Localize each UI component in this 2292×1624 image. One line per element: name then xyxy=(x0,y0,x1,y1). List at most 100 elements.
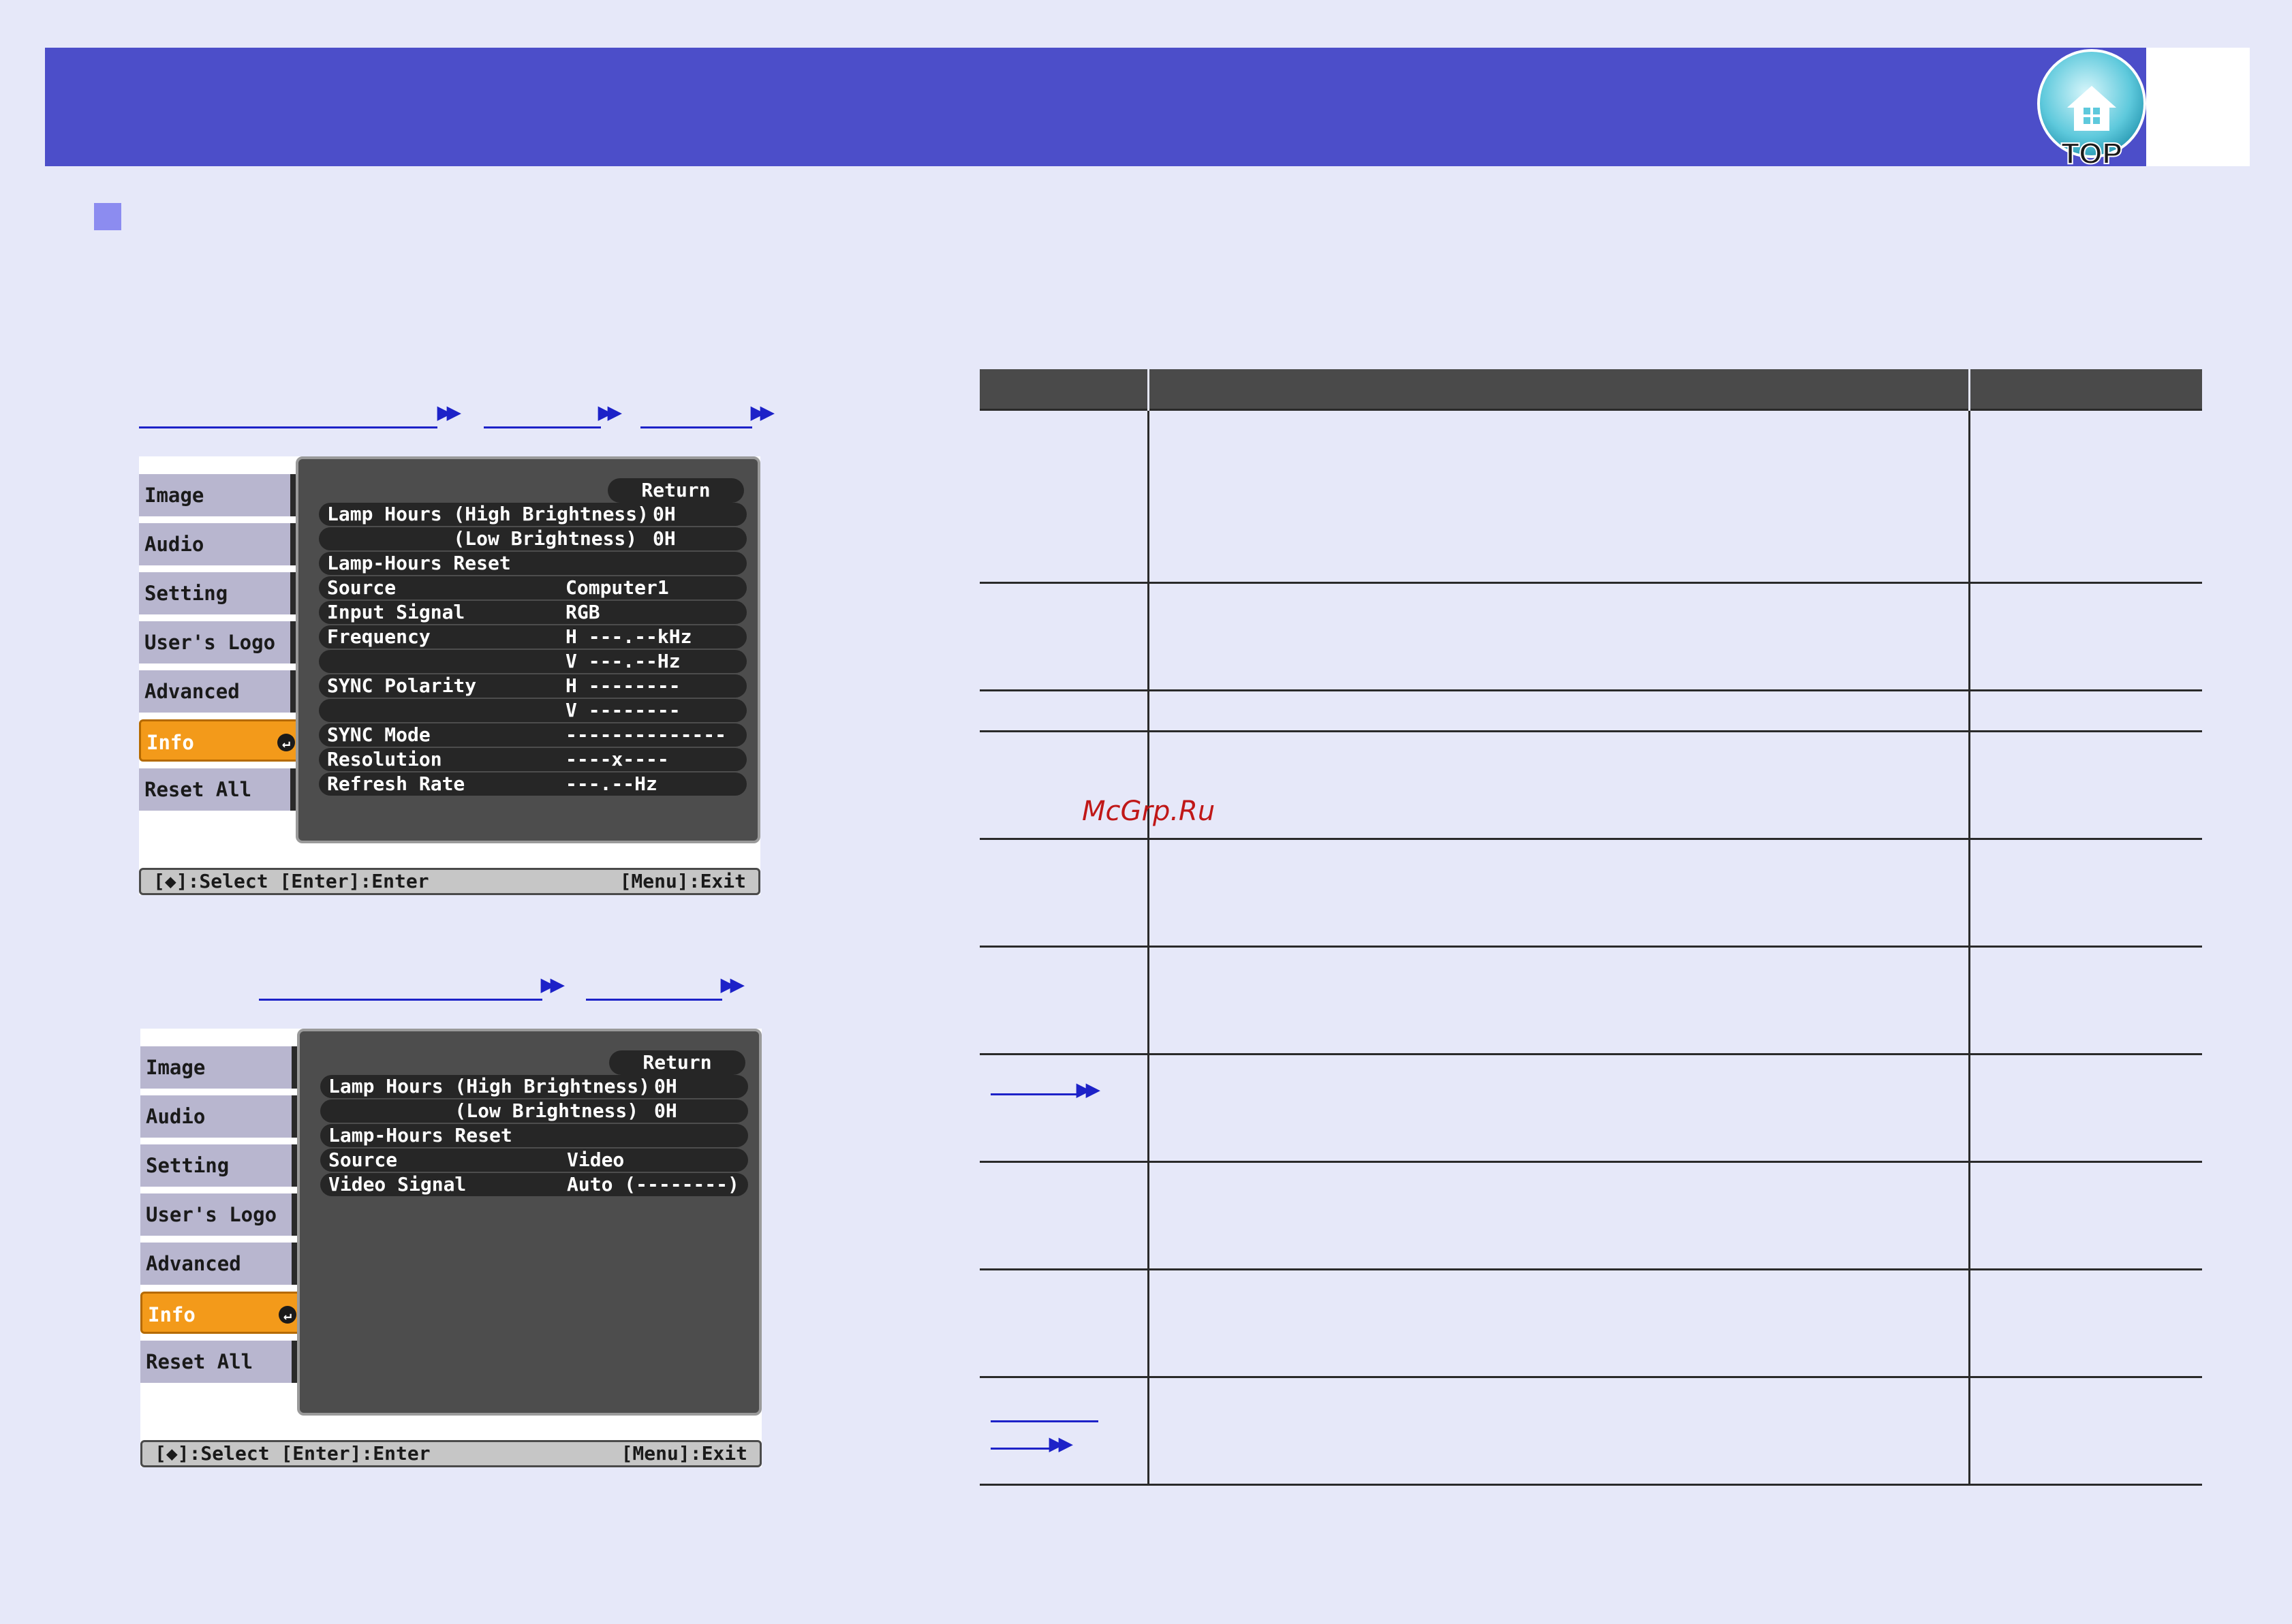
menu-tab-advanced[interactable]: Advanced xyxy=(139,670,297,713)
table-row: ▶▶ xyxy=(980,1376,2202,1486)
breadcrumb: ▶▶ ▶▶ xyxy=(259,974,749,1001)
table-cell xyxy=(1968,838,2202,947)
info-row-value: H ---.--kHz xyxy=(566,625,692,648)
table-cell-link[interactable] xyxy=(991,1076,1077,1095)
info-row-value: Video xyxy=(567,1149,625,1171)
menu-info-panel: Return Lamp Hours (High Brightness) 0H (L… xyxy=(296,456,760,843)
info-row: Refresh Rate ---.--Hz xyxy=(319,772,747,796)
table-header-cell xyxy=(980,369,1149,410)
logo-text: TOP xyxy=(2061,137,2122,169)
menu-tab-audio[interactable]: Audio xyxy=(140,1095,298,1138)
table-cell xyxy=(1968,1161,2202,1270)
info-row-label: (Low Brightness) xyxy=(328,1099,639,1122)
info-row[interactable]: Lamp-Hours Reset xyxy=(320,1124,748,1147)
table-header-cell xyxy=(1968,369,2202,410)
info-row: Video Signal Auto (--------) xyxy=(320,1173,748,1196)
info-row-value: V ---.--Hz xyxy=(566,650,681,672)
breadcrumb-link[interactable] xyxy=(586,974,722,1001)
menu-screenshot-computer: Image Audio Setting User's Logo Advanced… xyxy=(139,456,760,895)
info-row-label: Resolution xyxy=(327,748,442,770)
info-row-label: Lamp-Hours Reset xyxy=(328,1124,512,1146)
table-row: ▶▶ xyxy=(980,1053,2202,1162)
menu-tab-advanced[interactable]: Advanced xyxy=(140,1243,298,1285)
info-row-value: 0H xyxy=(654,1075,677,1097)
table-cell xyxy=(1968,409,2202,583)
table-cell xyxy=(1147,582,1970,691)
table-header-row xyxy=(980,369,2202,410)
menu-tab-info[interactable]: Info ↵ xyxy=(140,1292,305,1334)
info-row-label: Lamp-Hours Reset xyxy=(327,552,511,574)
info-row-value: Computer1 xyxy=(566,576,669,599)
info-row-label: Frequency xyxy=(327,625,431,648)
info-row-value: V -------- xyxy=(566,699,681,721)
menu-tab-reset-all[interactable]: Reset All xyxy=(139,768,297,811)
info-row-label: Lamp Hours (High Brightness) xyxy=(328,1075,651,1097)
double-arrow-icon: ▶▶ xyxy=(1077,1079,1100,1099)
double-arrow-icon: ▶▶ xyxy=(1049,1433,1072,1454)
menu-tab-reset-all[interactable]: Reset All xyxy=(140,1341,298,1383)
info-row-value: ---.--Hz xyxy=(566,772,657,795)
info-row: SYNC Mode -------------- xyxy=(319,723,747,747)
return-button[interactable]: Return xyxy=(608,478,744,503)
info-row: (Low Brightness) 0H xyxy=(320,1099,748,1123)
table-cell xyxy=(1968,1376,2202,1486)
info-row-value: 0H xyxy=(654,1099,677,1122)
table-row xyxy=(980,1268,2202,1377)
table-cell xyxy=(980,689,1149,732)
footer-hint-exit: [Menu]:Exit xyxy=(619,870,746,892)
menu-footer: [◆]:Select [Enter]:Enter [Menu]:Exit xyxy=(140,1440,762,1467)
info-items-table: ▶▶ ▶▶ xyxy=(980,369,2202,1486)
table-cell xyxy=(1968,730,2202,839)
enter-icon: ↵ xyxy=(279,1306,296,1324)
info-row-value: Auto (--------) xyxy=(567,1173,739,1196)
menu-tab-audio[interactable]: Audio xyxy=(139,523,297,565)
info-row-label: SYNC Polarity xyxy=(327,674,477,697)
table-cell-link[interactable] xyxy=(991,1403,1098,1422)
top-home-icon[interactable]: TOP xyxy=(2034,49,2149,169)
table-cell xyxy=(1968,582,2202,691)
menu-tab-info[interactable]: Info ↵ xyxy=(139,719,304,762)
info-row[interactable]: Lamp-Hours Reset xyxy=(319,552,747,575)
table-cell xyxy=(1147,689,1970,732)
info-row: Source Computer1 xyxy=(319,576,747,599)
table-cell xyxy=(1147,730,1970,839)
table-cell xyxy=(980,1161,1149,1270)
info-row: Input Signal RGB xyxy=(319,601,747,624)
table-cell xyxy=(1147,1268,1970,1377)
menu-tab-users-logo[interactable]: User's Logo xyxy=(140,1193,298,1236)
table-cell xyxy=(980,1268,1149,1377)
menu-tab-setting[interactable]: Setting xyxy=(140,1144,298,1187)
menu-tab-users-logo[interactable]: User's Logo xyxy=(139,621,297,663)
info-row-value: 0H xyxy=(653,527,676,550)
menu-tab-setting[interactable]: Setting xyxy=(139,572,297,614)
double-arrow-icon: ▶▶ xyxy=(721,974,744,995)
info-row-label: Source xyxy=(328,1149,398,1171)
breadcrumb-link[interactable] xyxy=(640,402,752,428)
breadcrumb-link[interactable] xyxy=(259,974,542,1001)
info-row-value: H -------- xyxy=(566,674,681,697)
info-row-value: 0H xyxy=(653,503,676,525)
menu-tab-image[interactable]: Image xyxy=(139,474,297,516)
menu-tab-image[interactable]: Image xyxy=(140,1046,298,1089)
info-row: Lamp Hours (High Brightness) 0H xyxy=(319,503,747,526)
info-row-label: Refresh Rate xyxy=(327,772,465,795)
table-cell-link[interactable] xyxy=(991,1430,1049,1450)
info-row-value: ----x---- xyxy=(566,748,669,770)
enter-icon: ↵ xyxy=(277,734,295,751)
table-cell: ▶▶ xyxy=(980,1053,1149,1162)
table-cell xyxy=(1147,838,1970,947)
header-bar xyxy=(45,48,2146,166)
breadcrumb-link[interactable] xyxy=(484,402,601,428)
table-row xyxy=(980,689,2202,732)
table-row xyxy=(980,582,2202,691)
info-row: Resolution ----x---- xyxy=(319,748,747,771)
section-bullet-icon xyxy=(94,203,121,230)
table-row xyxy=(980,1161,2202,1270)
table-cell xyxy=(1147,409,1970,583)
menu-screenshot-video: Image Audio Setting User's Logo Advanced… xyxy=(140,1029,762,1467)
table-cell xyxy=(1968,1268,2202,1377)
breadcrumb-link[interactable] xyxy=(139,402,437,428)
footer-hint-select: [◆]:Select [Enter]:Enter xyxy=(155,1442,431,1465)
footer-hint-select: [◆]:Select [Enter]:Enter xyxy=(153,870,429,892)
return-button[interactable]: Return xyxy=(609,1050,745,1075)
